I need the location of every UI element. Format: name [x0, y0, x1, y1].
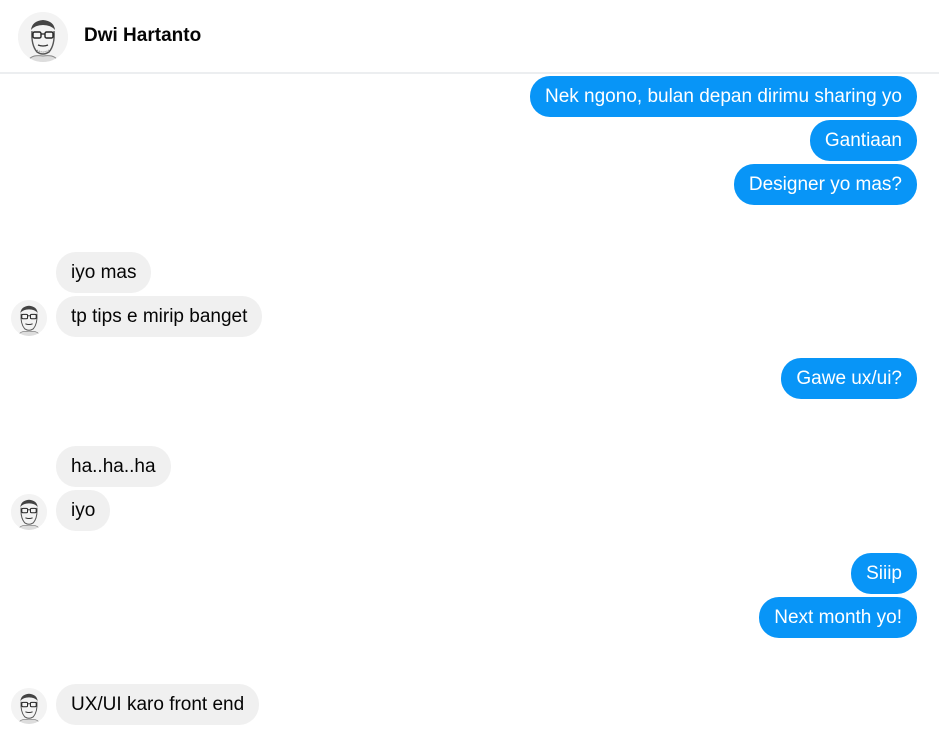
message-outgoing[interactable]: Siiip [851, 553, 917, 594]
message-incoming[interactable]: iyo [56, 490, 111, 531]
message-outgoing[interactable]: Gawe ux/ui? [781, 358, 917, 399]
message-incoming[interactable]: iyo mas [56, 252, 152, 293]
avatar-sketch-icon [18, 12, 68, 62]
message-incoming[interactable]: UX/UI karo front end [56, 684, 260, 725]
avatar-sketch-icon [11, 300, 47, 336]
message-outgoing[interactable]: Next month yo! [759, 597, 917, 638]
message-outgoing[interactable]: Nek ngono, bulan depan dirimu sharing yo [529, 76, 917, 117]
sender-avatar[interactable] [11, 494, 47, 530]
message-incoming[interactable]: ha..ha..ha [56, 446, 171, 487]
contact-avatar[interactable] [18, 12, 68, 62]
contact-name: Dwi Hartanto [84, 25, 202, 46]
message-outgoing[interactable]: Gantiaan [809, 120, 917, 161]
sender-avatar[interactable] [11, 688, 47, 724]
avatar-sketch-icon [11, 494, 47, 530]
message-outgoing[interactable]: Designer yo mas? [733, 164, 917, 205]
sender-avatar[interactable] [11, 300, 47, 336]
message-incoming[interactable]: tp tips e mirip banget [56, 296, 263, 337]
avatar-sketch-icon [11, 688, 47, 724]
chat-header: Dwi Hartanto [0, 0, 939, 74]
